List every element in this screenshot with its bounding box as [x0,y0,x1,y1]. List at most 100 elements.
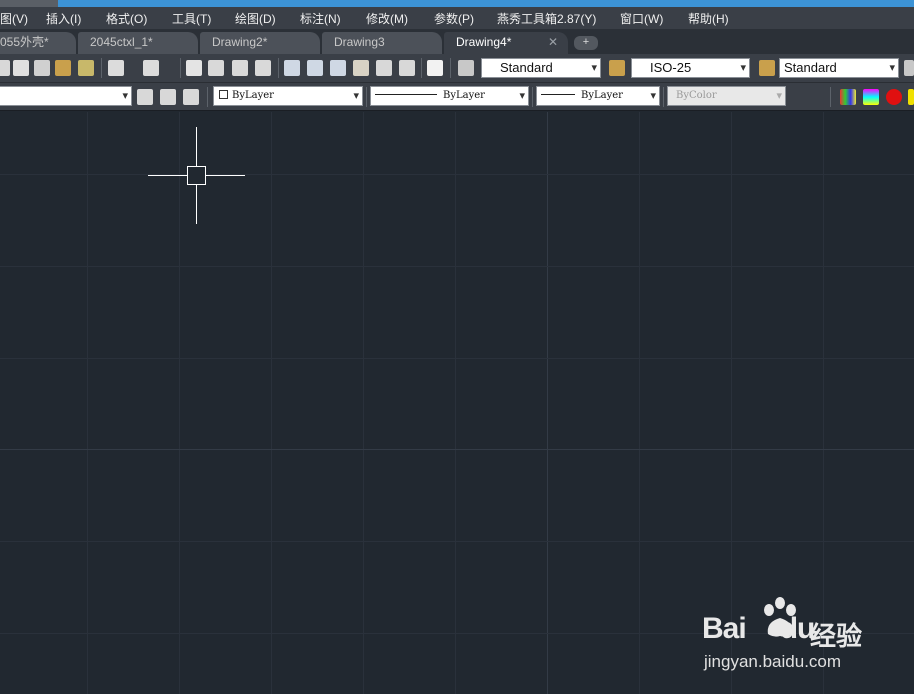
menu-dimension[interactable]: 标注(N) [300,10,341,27]
toolbar-separator [450,58,451,78]
document-tab-bar: 055外壳* 2045ctxl_1* Drawing2* Drawing3 Dr… [0,29,914,54]
pan-icon[interactable] [186,60,202,76]
chevron-down-icon: ▾ [740,62,746,74]
chevron-down-icon: ▾ [122,90,128,102]
toolbar-separator [101,58,102,78]
plot-style-select: ByColor ▾ [667,86,786,106]
toolbar-separator [532,87,533,107]
match-properties-icon[interactable] [55,60,71,76]
color-swatch-icon [219,90,228,99]
menu-format[interactable]: 格式(O) [106,10,147,27]
grid-line [179,112,180,694]
menu-insert[interactable]: 插入(I) [46,10,81,27]
zoom-previous-icon[interactable] [255,60,271,76]
tab-label: Drawing4* [456,35,512,49]
table-style-select[interactable]: Standard ▾ [779,58,899,78]
redo-icon[interactable] [143,60,159,76]
grid-line [639,112,640,694]
color-select[interactable]: ByLayer ▾ [213,86,363,106]
red-color-icon[interactable] [886,89,902,105]
menu-help[interactable]: 帮助(H) [688,10,729,27]
design-center-icon[interactable] [307,60,323,76]
chevron-down-icon: ▾ [650,89,656,102]
zoom-realtime-icon[interactable] [208,60,224,76]
menu-modify[interactable]: 修改(M) [366,10,408,27]
brush-icon[interactable] [78,60,94,76]
grid-line [0,174,914,175]
multileader-style-icon[interactable] [904,60,914,76]
help-icon[interactable] [427,60,443,76]
paste-icon[interactable] [34,60,50,76]
linetype-preview [375,94,437,95]
new-file-icon[interactable] [0,60,10,76]
new-tab-button[interactable]: + [574,36,598,50]
zoom-window-icon[interactable] [232,60,248,76]
tab-label: Drawing2* [212,35,268,49]
lineweight-preview [541,94,575,95]
copy-icon[interactable] [13,60,29,76]
grid-line [547,112,548,694]
layer-states-icon[interactable] [183,89,199,105]
toolbar-separator [830,87,831,107]
menu-tools[interactable]: 工具(T) [172,10,211,27]
toolbar-separator [207,87,208,107]
toolbar-separator [278,58,279,78]
menu-bar: 图(V) 插入(I) 格式(O) 工具(T) 绘图(D) 标注(N) 修改(M)… [0,7,914,29]
linetype-value: ByLayer [443,90,485,101]
menu-view[interactable]: 图(V) [0,10,28,27]
properties-toolbar: ▾ ByLayer ▾ ByLayer ▾ ByLayer ▾ ByColor … [0,83,914,111]
menu-parametric[interactable]: 参数(P) [434,10,474,27]
standard-toolbar: Standard ▾ ISO-25 ▾ Standard ▾ [0,54,914,83]
linetype-select[interactable]: ByLayer ▾ [370,86,529,106]
yellow-color-icon[interactable] [908,89,914,105]
tab-label: 055外壳* [0,35,49,49]
text-style-value: Standard [500,60,553,75]
grid-line [0,541,914,542]
app-button-edge[interactable] [0,0,58,7]
tab-055-shell[interactable]: 055外壳* [0,32,76,54]
properties-icon[interactable] [284,60,300,76]
sheet-set-icon[interactable] [353,60,369,76]
grid-line [87,112,88,694]
table-style-value: Standard [784,60,837,75]
true-color-icon[interactable] [863,89,879,105]
chevron-down-icon: ▾ [519,89,525,102]
tab-label: Drawing3 [334,35,385,49]
lineweight-value: ByLayer [581,90,623,101]
menu-window[interactable]: 窗口(W) [620,10,663,27]
layer-previous-icon[interactable] [160,89,176,105]
grid-line [0,266,914,267]
chevron-down-icon: ▾ [889,62,895,74]
undo-icon[interactable] [108,60,124,76]
lineweight-select[interactable]: ByLayer ▾ [536,86,660,106]
tab-drawing3[interactable]: Drawing3 [322,32,442,54]
dimension-style-select[interactable]: ISO-25 ▾ [631,58,750,78]
tab-drawing2[interactable]: Drawing2* [200,32,320,54]
chevron-down-icon: ▾ [776,89,782,102]
text-style-select[interactable]: Standard ▾ [481,58,601,78]
tool-palettes-icon[interactable] [330,60,346,76]
menu-draw[interactable]: 绘图(D) [235,10,276,27]
layer-select[interactable]: ▾ [0,86,132,106]
toolbar-separator [366,87,367,107]
jingyan-brand: 经验 [810,621,863,651]
tab-2045ctxl[interactable]: 2045ctxl_1* [78,32,198,54]
text-style-icon[interactable] [458,60,474,76]
tab-drawing4[interactable]: Drawing4* ✕ [444,32,568,54]
dimension-style-value: ISO-25 [650,60,692,75]
dimension-style-icon[interactable] [609,60,625,76]
table-style-icon[interactable] [759,60,775,76]
baidu-jingyan-watermark: Bai du 经验 jingyan.baidu.com [702,596,872,676]
close-tab-icon[interactable]: ✕ [548,32,558,53]
markup-icon[interactable] [376,60,392,76]
toolbar-separator [421,58,422,78]
calculator-icon[interactable] [399,60,415,76]
toolbar-separator [180,58,181,78]
menu-yanxiu-toolbox[interactable]: 燕秀工具箱2.87(Y) [497,10,596,27]
color-palette-icon[interactable] [840,89,856,105]
plot-style-value: ByColor [676,90,717,101]
grid-line [363,112,364,694]
grid-line [0,358,914,359]
make-layer-current-icon[interactable] [137,89,153,105]
grid-line [271,112,272,694]
